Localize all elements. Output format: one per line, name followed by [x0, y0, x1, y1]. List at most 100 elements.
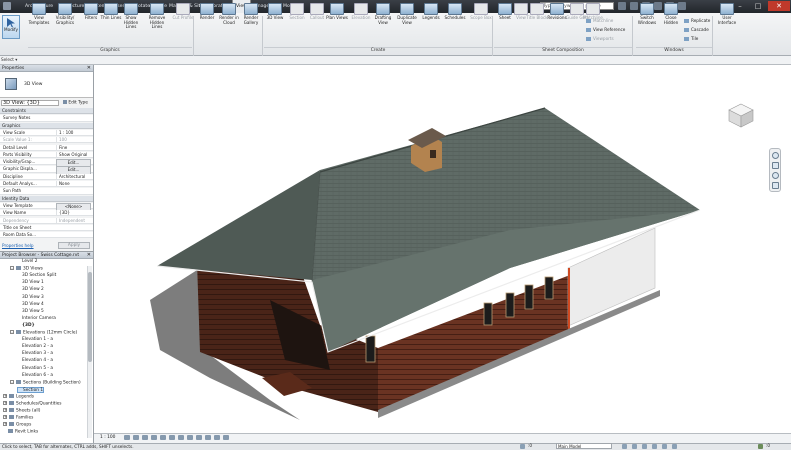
- sun-path-icon[interactable]: [142, 435, 148, 440]
- collapse-icon[interactable]: -: [10, 266, 14, 271]
- property-category[interactable]: Graphics: [0, 122, 93, 129]
- callout-button[interactable]: Callout: [306, 3, 328, 31]
- render-gallery-button[interactable]: Render Gallery: [240, 3, 262, 31]
- duplicate-view-button[interactable]: Duplicate View: [396, 3, 418, 31]
- panel-label[interactable]: Graphics: [28, 47, 192, 55]
- visibility-graphics-button[interactable]: Visibility/ Graphics: [54, 3, 76, 31]
- select-dropdown[interactable]: Select ▾: [1, 57, 17, 62]
- title-block-button[interactable]: Title Block: [526, 3, 548, 31]
- remove-hidden-lines-button[interactable]: Remove Hidden Lines: [146, 3, 168, 31]
- browser-tree-item[interactable]: + Families: [3, 415, 33, 421]
- property-value[interactable]: Fine: [56, 144, 91, 151]
- browser-tree-item[interactable]: {3D}: [17, 323, 35, 329]
- design-option-dropdown[interactable]: Main Model: [556, 443, 612, 449]
- visual-style-icon[interactable]: [133, 435, 139, 440]
- binoculars-icon[interactable]: [618, 2, 626, 10]
- app-menu-icon[interactable]: [3, 2, 11, 10]
- select-pinned-icon[interactable]: [652, 444, 657, 449]
- browser-tree-item[interactable]: Elevation 5 - a: [17, 366, 53, 372]
- viewcube[interactable]: [726, 100, 756, 130]
- schedules-button[interactable]: Schedules: [444, 3, 466, 31]
- viewports-button[interactable]: Viewports: [586, 35, 614, 42]
- matchline-button[interactable]: Matchline: [586, 17, 613, 24]
- browser-tree-item[interactable]: Elevation 4 - a: [17, 358, 53, 364]
- filters-button[interactable]: Filters: [80, 3, 102, 31]
- expand-icon[interactable]: +: [3, 415, 7, 420]
- property-category[interactable]: Constraints: [0, 108, 93, 115]
- browser-tree-item[interactable]: - 3D Views: [10, 266, 43, 272]
- panel-label[interactable]: Windows: [636, 47, 712, 55]
- plan-views-button[interactable]: Plan Views: [326, 3, 348, 31]
- revisions-button[interactable]: Revisions: [546, 3, 568, 31]
- browser-tree-item[interactable]: + Legends: [3, 393, 34, 400]
- browser-scroll-thumb[interactable]: [88, 272, 92, 362]
- close-icon[interactable]: ✕: [768, 1, 790, 11]
- properties-help-link[interactable]: Properties help: [2, 243, 34, 248]
- panel-label[interactable]: Sheet Composition: [494, 47, 632, 55]
- drafting-view-button[interactable]: Drafting View: [372, 3, 394, 31]
- cut-profile-button[interactable]: Cut Profile: [172, 3, 194, 31]
- expand-icon[interactable]: +: [3, 393, 7, 398]
- view-scale[interactable]: 1 : 100: [100, 434, 115, 442]
- browser-tree-item[interactable]: - Sections (Building Section): [10, 379, 81, 386]
- switch-windows-button[interactable]: Switch Windows: [636, 3, 658, 31]
- browser-tree-item[interactable]: Elevation 1 - a: [17, 337, 53, 343]
- browser-tree-item[interactable]: Elevation 3 - a: [17, 351, 53, 357]
- property-value[interactable]: Architectural: [56, 173, 91, 180]
- replicate-button[interactable]: Replicate: [684, 17, 710, 24]
- analytical-model-icon[interactable]: [214, 435, 220, 440]
- section-button[interactable]: Section: [286, 3, 308, 31]
- temporary-hide-icon[interactable]: [196, 435, 202, 440]
- browser-tree-item[interactable]: + Sheets (all): [3, 408, 40, 414]
- browser-tree-item[interactable]: 3D View 2: [17, 287, 44, 293]
- browser-tree-item[interactable]: + Groups: [3, 422, 31, 428]
- zoom-icon[interactable]: [772, 162, 779, 169]
- show-hidden-lines-button[interactable]: Show Hidden Lines: [120, 3, 142, 31]
- browser-tree-item[interactable]: Elevation 2 - a: [17, 344, 53, 350]
- scope-box-button[interactable]: Scope Box: [470, 3, 492, 31]
- select-underlay-icon[interactable]: [642, 444, 647, 449]
- reveal-hidden-icon[interactable]: [205, 435, 211, 440]
- 3d-viewport[interactable]: [94, 65, 791, 443]
- user-interface-button[interactable]: User Interface: [716, 3, 738, 31]
- detail-level-icon[interactable]: [124, 435, 130, 440]
- expand-icon[interactable]: +: [3, 401, 7, 405]
- elevation-button[interactable]: Elevation: [350, 3, 372, 31]
- apply-button[interactable]: Apply: [58, 242, 90, 249]
- select-links-icon[interactable]: [632, 444, 637, 449]
- crop-view-icon[interactable]: [169, 435, 175, 440]
- render-dialog-icon[interactable]: [160, 435, 166, 440]
- pan-icon[interactable]: [772, 182, 779, 189]
- expand-icon[interactable]: +: [3, 408, 7, 413]
- expand-icon[interactable]: +: [3, 422, 7, 427]
- select-by-face-icon[interactable]: [662, 444, 667, 449]
- browser-tree-item[interactable]: 3D View 3: [17, 295, 44, 301]
- browser-tree-item[interactable]: - Elevations (12mm Circle): [10, 330, 77, 336]
- browser-tree-item[interactable]: Revit Links: [3, 429, 38, 435]
- browser-tree-item[interactable]: Section 1: [17, 386, 45, 394]
- worksets-icon[interactable]: [520, 444, 525, 449]
- property-value[interactable]: {3D}: [56, 210, 91, 217]
- tile-button[interactable]: Tile: [684, 35, 698, 42]
- property-value[interactable]: 1 : 100: [56, 129, 91, 137]
- browser-tree-item[interactable]: 3D View 4: [17, 302, 44, 308]
- close-icon[interactable]: ✕: [87, 252, 91, 259]
- cascade-button[interactable]: Cascade: [684, 26, 709, 33]
- collapse-icon[interactable]: -: [10, 330, 14, 334]
- browser-tree-item[interactable]: 3D View 5: [17, 309, 44, 315]
- maximize-icon[interactable]: □: [750, 1, 766, 11]
- property-category[interactable]: Identity Data: [0, 195, 93, 202]
- shadows-icon[interactable]: [151, 435, 157, 440]
- show-crop-icon[interactable]: [178, 435, 184, 440]
- filter-icon[interactable]: [758, 444, 763, 449]
- legends-button[interactable]: Legends: [420, 3, 442, 31]
- collapse-icon[interactable]: -: [10, 379, 14, 384]
- browser-tree-item[interactable]: Level 2: [17, 259, 37, 265]
- modify-button[interactable]: Modify: [2, 15, 20, 39]
- editable-only-icon[interactable]: [622, 444, 627, 449]
- property-value[interactable]: Show Original: [56, 151, 91, 159]
- render-in-cloud-button[interactable]: Render in Cloud: [218, 3, 240, 31]
- browser-tree-item[interactable]: Elevation 6 - a: [17, 373, 53, 379]
- steering-wheel-icon[interactable]: [772, 152, 779, 159]
- browser-tree-item[interactable]: Interior Camera: [17, 316, 56, 322]
